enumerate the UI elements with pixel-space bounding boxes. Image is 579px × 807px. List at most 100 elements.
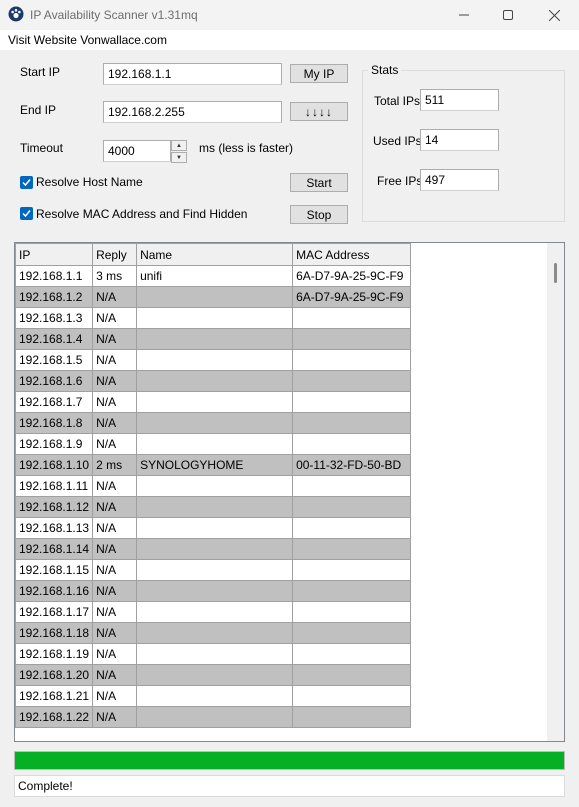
table-row[interactable]: 192.168.1.12 N/A — [15, 496, 412, 518]
resolve-mac-checkbox[interactable] — [20, 207, 33, 220]
end-ip-label: End IP — [20, 103, 57, 117]
start-ip-input[interactable]: 192.168.1.1 — [103, 63, 282, 85]
stop-button[interactable]: Stop — [290, 205, 348, 224]
minimize-icon — [459, 14, 469, 16]
cell-mac: 6A-D7-9A-25-9C-F9 — [292, 286, 412, 308]
table-row[interactable]: 192.168.1.5 N/A — [15, 349, 412, 371]
cell-reply: N/A — [92, 412, 138, 434]
maximize-icon — [503, 10, 513, 20]
cell-ip: 192.168.1.17 — [15, 601, 94, 623]
table-row[interactable]: 192.168.1.1 3 ms unifi 6A-D7-9A-25-9C-F9 — [15, 265, 412, 287]
table-row[interactable]: 192.168.1.10 2 ms SYNOLOGYHOME 00-11-32-FD-… — [15, 454, 412, 476]
table-row[interactable]: 192.168.1.14 N/A — [15, 538, 412, 560]
end-ip-input[interactable]: 192.168.2.255 — [103, 101, 282, 123]
timeout-label: Timeout — [20, 141, 63, 155]
cell-name — [136, 643, 294, 665]
cell-mac — [292, 412, 412, 434]
results-grid[interactable]: IP Reply Name MAC Address 192.168.1.1 3 m… — [14, 242, 565, 742]
column-header-name[interactable]: Name — [136, 243, 294, 266]
cell-reply: N/A — [92, 580, 138, 602]
cell-name — [136, 622, 294, 644]
cell-ip: 192.168.1.3 — [15, 307, 94, 329]
spin-down-icon[interactable]: ▼ — [171, 152, 187, 163]
cell-ip: 192.168.1.12 — [15, 496, 94, 518]
cell-mac — [292, 517, 412, 539]
cell-mac — [292, 433, 412, 455]
table-row[interactable]: 192.168.1.16 N/A — [15, 580, 412, 602]
start-button[interactable]: Start — [290, 173, 348, 192]
cell-name — [136, 685, 294, 707]
cell-ip: 192.168.1.8 — [15, 412, 94, 434]
table-row[interactable]: 192.168.1.9 N/A — [15, 433, 412, 455]
cell-ip: 192.168.1.11 — [15, 475, 94, 497]
table-row[interactable]: 192.168.1.18 N/A — [15, 622, 412, 644]
table-row[interactable]: 192.168.1.11 N/A — [15, 475, 412, 497]
cell-mac — [292, 370, 412, 392]
cell-mac — [292, 496, 412, 518]
close-button[interactable] — [531, 0, 577, 30]
vertical-scrollbar[interactable] — [547, 243, 564, 741]
my-ip-button[interactable]: My IP — [290, 64, 348, 83]
cell-name — [136, 538, 294, 560]
timeout-stepper[interactable]: ▲ ▼ — [171, 140, 187, 163]
cell-name: unifi — [136, 265, 294, 287]
progress-fill — [15, 752, 564, 769]
cell-ip: 192.168.1.7 — [15, 391, 94, 413]
cell-mac — [292, 706, 412, 728]
cell-mac — [292, 580, 412, 602]
cell-mac — [292, 391, 412, 413]
table-row[interactable]: 192.168.1.3 N/A — [15, 307, 412, 329]
table-row[interactable]: 192.168.1.17 N/A — [15, 601, 412, 623]
cell-ip: 192.168.1.14 — [15, 538, 94, 560]
column-header-reply[interactable]: Reply — [92, 243, 138, 266]
cell-mac — [292, 307, 412, 329]
table-row[interactable]: 192.168.1.6 N/A — [15, 370, 412, 392]
table-row[interactable]: 192.168.1.13 N/A — [15, 517, 412, 539]
cell-name — [136, 664, 294, 686]
column-header-mac[interactable]: MAC Address — [292, 243, 412, 266]
cell-name — [136, 433, 294, 455]
table-row[interactable]: 192.168.1.22 N/A — [15, 706, 412, 728]
cell-mac — [292, 475, 412, 497]
cell-reply: N/A — [92, 643, 138, 665]
column-header-ip[interactable]: IP — [15, 243, 94, 266]
progress-bar — [14, 751, 565, 770]
scrollbar-thumb[interactable] — [554, 263, 557, 283]
table-row[interactable]: 192.168.1.2 N/A 6A-D7-9A-25-9C-F9 — [15, 286, 412, 308]
spin-up-icon[interactable]: ▲ — [171, 140, 187, 151]
used-ips-value: 14 — [420, 129, 499, 151]
cell-name — [136, 286, 294, 308]
table-row[interactable]: 192.168.1.4 N/A — [15, 328, 412, 350]
results-table: IP Reply Name MAC Address 192.168.1.1 3 m… — [15, 243, 412, 728]
stats-title: Stats — [368, 63, 402, 77]
fill-end-ip-button[interactable]: ↓↓↓↓ — [290, 102, 348, 121]
total-ips-value: 511 — [420, 89, 499, 111]
timeout-input[interactable]: 4000 — [103, 140, 171, 162]
cell-name — [136, 475, 294, 497]
table-row[interactable]: 192.168.1.19 N/A — [15, 643, 412, 665]
free-ips-value: 497 — [420, 169, 499, 191]
cell-ip: 192.168.1.16 — [15, 580, 94, 602]
table-row[interactable]: 192.168.1.8 N/A — [15, 412, 412, 434]
minimize-button[interactable] — [441, 0, 487, 30]
resolve-host-checkbox[interactable] — [20, 176, 33, 189]
table-row[interactable]: 192.168.1.20 N/A — [15, 664, 412, 686]
cell-ip: 192.168.1.10 — [15, 454, 94, 476]
cell-name — [136, 412, 294, 434]
cell-name — [136, 328, 294, 350]
app-icon — [8, 6, 24, 22]
cell-mac — [292, 349, 412, 371]
timeout-hint: ms (less is faster) — [199, 141, 294, 155]
cell-name — [136, 496, 294, 518]
table-row[interactable]: 192.168.1.15 N/A — [15, 559, 412, 581]
cell-ip: 192.168.1.21 — [15, 685, 94, 707]
visit-website-menu-item[interactable]: Visit Website Vonwallace.com — [8, 33, 167, 47]
cell-mac — [292, 664, 412, 686]
table-row[interactable]: 192.168.1.7 N/A — [15, 391, 412, 413]
cell-mac: 00-11-32-FD-50-BD — [292, 454, 412, 476]
cell-mac — [292, 538, 412, 560]
cell-reply: N/A — [92, 286, 138, 308]
table-row[interactable]: 192.168.1.21 N/A — [15, 685, 412, 707]
close-icon — [548, 9, 560, 21]
maximize-button[interactable] — [485, 0, 531, 30]
